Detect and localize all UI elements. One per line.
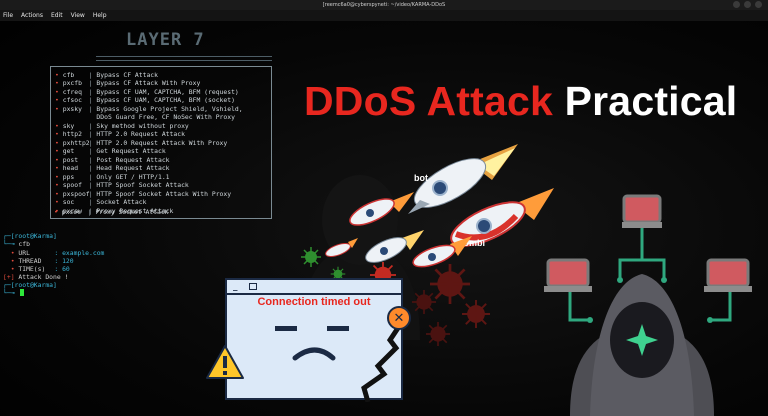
ascii-layer7-title: LAYER 7 [126,30,205,50]
minimize-window-button[interactable] [733,1,740,8]
menu-actions[interactable]: Actions [21,12,43,19]
headline-red: DDoS Attack [304,78,554,124]
window-controls [733,1,762,8]
method-row: • pxspoof| HTTP Spoof Socket Attack With… [55,189,232,198]
method-row: • soc | Socket Attack [55,198,147,206]
computer-network-diagram [544,194,752,416]
ascii-title-underline [96,56,272,61]
dialog-maximize-icon[interactable] [249,283,257,290]
virus-icon [301,247,321,267]
warning-icon [206,345,244,379]
dialog-minimize-icon[interactable]: _ [233,282,238,292]
menu-file[interactable]: File [3,12,13,19]
menu-edit[interactable]: Edit [51,12,63,19]
virus-icon [462,300,490,328]
method-row: • spoof | HTTP Spoof Socket Attack [55,181,189,189]
rocket-small-icon [349,192,414,226]
hooded-hacker-icon [570,274,714,416]
rocket-small-icon [325,238,358,257]
screenshot-canvas: [reemc6a0@cyberspyneti: ~/video/KARMA-DD… [0,0,768,416]
terminal-command-line: └─╼ cfb [3,240,30,248]
maximize-window-button[interactable] [744,1,751,8]
menu-view[interactable]: View [71,12,85,19]
bot-label: bot [414,173,428,183]
computer-icon [544,258,592,292]
method-row: • pxsky | Bypass Google Project Shield, V… [55,104,243,113]
dialog-message: Connection timed out [257,296,371,308]
window-title: [reemc6a0@cyberspyneti: ~/video/KARMA-DD… [322,2,446,8]
computer-icon [704,258,752,292]
virus-icon [412,290,436,314]
window-titlebar: [reemc6a0@cyberspyneti: ~/video/KARMA-DD… [0,0,768,10]
method-row: • cfb | Bypass CF Attack [55,71,158,79]
method-list-box: • cfb | Bypass CF Attack • pxcfb | Bypass … [50,66,272,219]
virus-icon [430,264,470,304]
method-row: DDoS Guard Free, CF NoSec With Proxy [96,113,235,121]
dialog-crack [361,322,405,402]
terminal-cursor [20,289,24,296]
method-row: • http2 | HTTP 2.0 Request Attack [55,130,185,138]
method-row: • head | Head Request Attack [55,164,170,172]
dialog-close-button[interactable]: ✕ [387,306,411,330]
virus-icon [426,322,450,346]
method-row: • pps | Only GET / HTTP/1.1 [55,172,170,181]
method-row: • get | Get Request Attack [55,147,166,155]
menu-help[interactable]: Help [93,12,107,19]
method-row: • pxsoc | Proxy Socket Attack [54,208,169,216]
computer-icon [622,194,662,228]
dialog-titlebar: _ [227,280,401,295]
method-row: • post | Post Request Attack [55,155,170,164]
method-row: • cfsoc | Bypass CF UAM, CAPTCHA, BFM (so… [55,96,235,104]
menu-bar: File Actions Edit View Help [0,10,768,21]
method-row: • pxhttp2| HTTP 2.0 Request Attack With … [55,138,228,147]
method-row: • cfreq | Bypass CF UAM, CAPTCHA, BFM (re… [55,87,239,96]
headline: DDoS Attack Practical [304,78,737,125]
method-row: • pxcfb | Bypass CF Attack With Proxy [55,79,201,87]
headline-white: Practical [564,78,738,124]
terminal-input-line[interactable]: └─╼ [3,289,15,298]
method-row: • sky | Sky method without proxy [55,121,189,130]
close-window-button[interactable] [755,1,762,8]
